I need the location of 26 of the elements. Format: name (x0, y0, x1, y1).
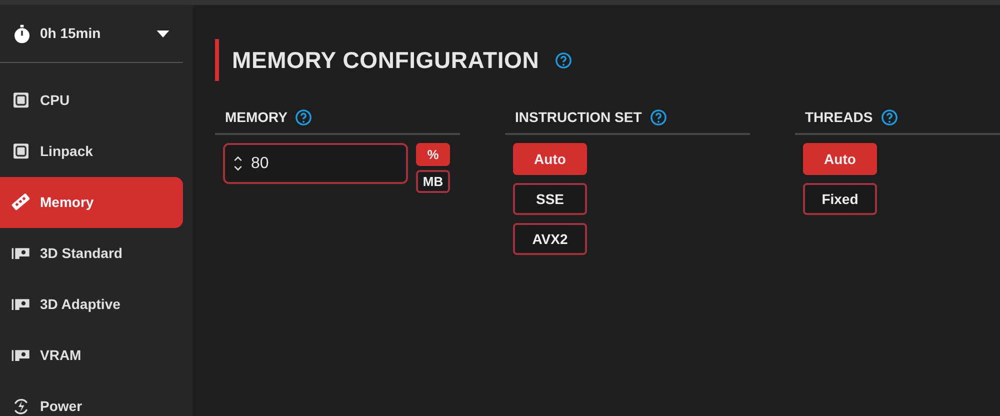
stopwatch-icon (12, 22, 32, 44)
unit-button[interactable]: MB (416, 170, 450, 193)
option-button[interactable]: Auto (513, 143, 587, 175)
sidebar-item[interactable]: CPU (0, 75, 183, 126)
sidebar-item[interactable]: 3D Adaptive (0, 279, 183, 330)
option-button[interactable]: AVX2 (513, 223, 587, 255)
help-icon (650, 109, 667, 126)
sidebar-item[interactable]: VRAM (0, 330, 183, 381)
spinner-arrows-icon (233, 155, 243, 172)
number-field[interactable]: 80 (223, 143, 408, 184)
help-icon (880, 109, 898, 126)
help-icon (555, 52, 572, 68)
sidebar-item[interactable]: 3D Standard (0, 228, 183, 279)
option-button[interactable]: SSE (513, 183, 587, 215)
section-heading: THREADS (805, 108, 873, 127)
option-button[interactable]: Auto (803, 143, 877, 175)
help-icon (295, 109, 312, 126)
sidebar-item[interactable]: Memory (0, 177, 183, 228)
option-button[interactable]: Fixed (803, 183, 877, 215)
sidebar-item[interactable]: Power (0, 381, 183, 416)
section-heading: MEMORY (225, 108, 288, 127)
sidebar-item[interactable]: Linpack (0, 126, 183, 177)
unit-button[interactable]: % (416, 143, 450, 166)
section-heading: INSTRUCTION SET (515, 108, 642, 127)
page-title: MEMORY CONFIGURATION (232, 46, 540, 75)
timer-label: 0h 15min (40, 24, 102, 43)
